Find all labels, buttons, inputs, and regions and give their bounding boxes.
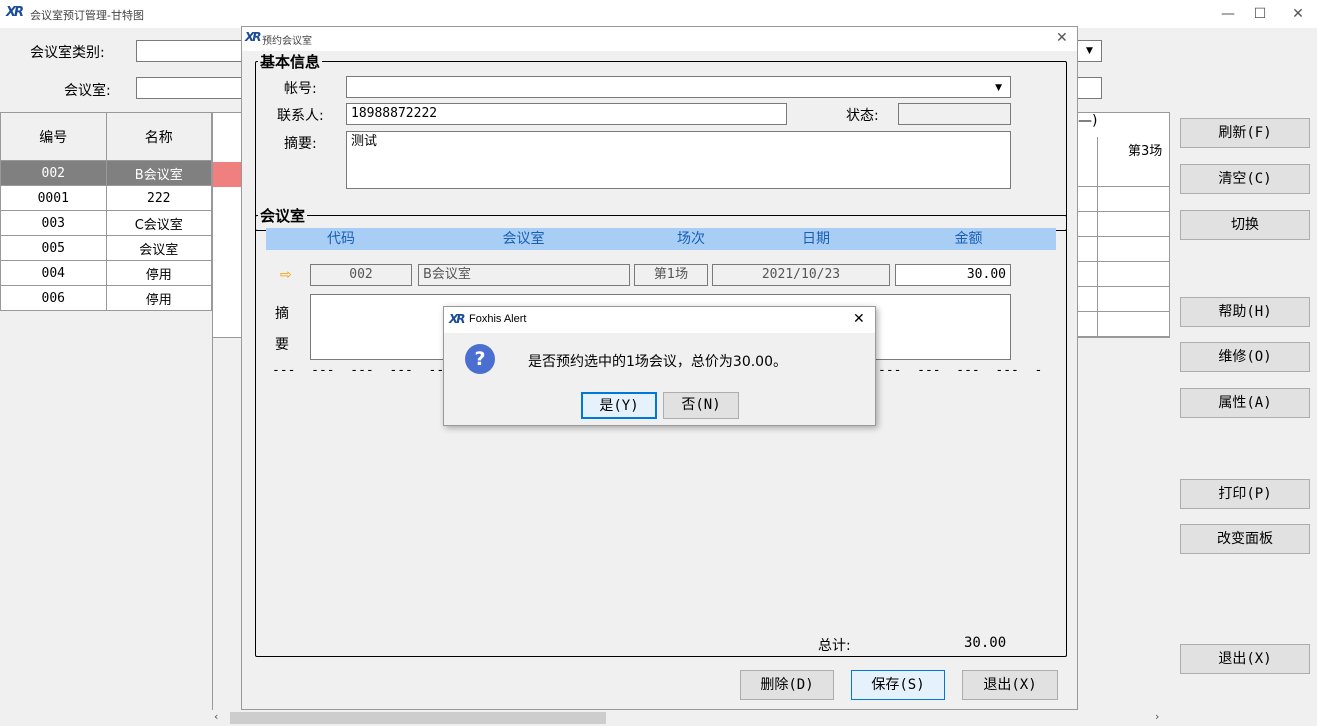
gantt-vertical-line — [212, 338, 213, 710]
question-icon: ? — [465, 344, 495, 374]
gantt-slot-header: 第3场 — [1128, 144, 1163, 159]
alert-title: Foxhis Alert — [469, 313, 527, 325]
col-code: 代码 — [327, 231, 355, 247]
booking-dialog-logo-icon: XR — [245, 30, 261, 44]
account-label: 帐号: — [284, 81, 317, 97]
room-type-label: 会议室类别: — [30, 45, 105, 61]
row-id: 006 — [0, 285, 107, 311]
gantt-booked-cell[interactable] — [213, 162, 242, 187]
change-panel-button[interactable]: 改变面板 — [1180, 524, 1310, 554]
help-button[interactable]: 帮助(H) — [1180, 297, 1310, 327]
exit-main-button[interactable]: 退出(X) — [1180, 644, 1310, 674]
remark-label-1: 摘 — [275, 306, 289, 322]
booking-dialog-titlebar — [242, 27, 1077, 51]
filter-dropdown-right[interactable]: ▼ — [1078, 40, 1102, 62]
col-header-id: 编号 — [0, 112, 107, 161]
table-row[interactable]: 002 B会议室 — [0, 160, 213, 186]
booking-date: 2021/10/23 — [712, 264, 890, 286]
status-field — [898, 103, 1011, 125]
booking-room: B会议室 — [418, 264, 630, 286]
col-room: 会议室 — [502, 231, 545, 247]
room-table: 编号 名称 002 B会议室 0001 222 003 C会议室 005 会议室 004… — [0, 112, 213, 311]
row-name: 停用 — [105, 260, 213, 286]
rooms-legend: 会议室 — [260, 207, 306, 225]
print-button[interactable]: 打印(P) — [1180, 479, 1310, 509]
col-date: 日期 — [802, 231, 830, 247]
booking-amount[interactable]: 30.00 — [895, 264, 1011, 286]
close-button[interactable]: ✕ — [1283, 2, 1313, 26]
table-row[interactable]: 004 停用 — [0, 260, 213, 286]
account-select[interactable]: ▼ — [346, 76, 1011, 98]
total-label: 总计: — [818, 638, 851, 654]
save-button[interactable]: 保存(S) — [851, 670, 945, 700]
booking-dialog-title: 预约会议室 — [262, 36, 312, 47]
col-amount: 金额 — [954, 231, 983, 247]
summary-field[interactable]: 测试 — [346, 131, 1011, 189]
row-separator-right: --- --- --- --- - — [878, 363, 1043, 378]
minimize-button[interactable]: — — [1213, 2, 1243, 26]
booking-dialog-close-icon[interactable]: ✕ — [1056, 30, 1068, 46]
row-id: 0001 — [0, 185, 107, 211]
exit-dialog-button[interactable]: 退出(X) — [962, 670, 1058, 700]
alert-close-icon[interactable]: ✕ — [853, 311, 865, 327]
refresh-button[interactable]: 刷新(F) — [1180, 118, 1310, 148]
table-row[interactable]: 005 会议室 — [0, 235, 213, 261]
col-header-name: 名称 — [105, 112, 213, 161]
gantt-date-header: —) — [1078, 113, 1098, 129]
alert-logo-icon: XR — [449, 312, 465, 326]
remark-label-2: 要 — [275, 337, 289, 353]
account-dropdown-icon[interactable]: ▼ — [995, 80, 1002, 96]
maximize-button[interactable]: ☐ — [1245, 2, 1275, 26]
alert-yes-button[interactable]: 是(Y) — [581, 392, 657, 419]
alert-no-button[interactable]: 否(N) — [663, 392, 739, 419]
delete-button[interactable]: 删除(D) — [740, 670, 834, 700]
col-slot: 场次 — [677, 231, 705, 247]
row-name: 222 — [105, 185, 213, 211]
row-name: 会议室 — [105, 235, 213, 261]
table-row[interactable]: 006 停用 — [0, 285, 213, 311]
row-name: C会议室 — [105, 210, 213, 236]
room-type-select[interactable] — [136, 40, 256, 62]
row-name: 停用 — [105, 285, 213, 311]
main-window-title: 会议室预订管理-甘特图 — [30, 9, 144, 22]
room-label: 会议室: — [64, 83, 111, 99]
rooms-column-header: 代码 会议室 场次 日期 金额 — [266, 228, 1056, 250]
table-row[interactable]: 003 C会议室 — [0, 210, 213, 236]
gantt-area[interactable] — [212, 112, 242, 338]
row-id: 005 — [0, 235, 107, 261]
status-label: 状态: — [846, 108, 879, 124]
booking-slot: 第1场 — [634, 264, 708, 286]
alert-dialog: XR Foxhis Alert ✕ ? 是否预约选中的1场会议，总价为30.00… — [443, 306, 876, 426]
row-id: 002 — [0, 160, 107, 186]
main-title-bar — [0, 0, 1317, 28]
row-name: B会议室 — [105, 160, 213, 186]
contact-label: 联系人: — [277, 108, 324, 124]
row-id: 003 — [0, 210, 107, 236]
scroll-thumb[interactable] — [230, 712, 606, 724]
summary-label: 摘要: — [284, 136, 317, 152]
basic-info-legend: 基本信息 — [260, 53, 321, 71]
contact-field[interactable]: 18988872222 — [346, 103, 787, 125]
property-button[interactable]: 属性(A) — [1180, 388, 1310, 418]
scroll-left-icon[interactable]: ‹ — [214, 710, 218, 723]
filter-field-right[interactable] — [1078, 77, 1102, 99]
row-separator-left: --- --- --- --- --- — [272, 363, 453, 378]
room-select[interactable] — [136, 77, 256, 99]
row-id: 004 — [0, 260, 107, 286]
scroll-right-icon[interactable]: › — [1155, 710, 1159, 723]
app-logo-icon: XR — [6, 5, 24, 20]
alert-message: 是否预约选中的1场会议，总价为30.00。 — [528, 354, 787, 370]
total-value: 30.00 — [964, 635, 1007, 651]
clear-button[interactable]: 清空(C) — [1180, 164, 1310, 194]
repair-button[interactable]: 维修(O) — [1180, 342, 1310, 372]
table-row[interactable]: 0001 222 — [0, 185, 213, 211]
booking-code: 002 — [310, 264, 412, 286]
switch-button[interactable]: 切换 — [1180, 210, 1310, 240]
row-pointer-icon: ⇨ — [280, 267, 292, 283]
